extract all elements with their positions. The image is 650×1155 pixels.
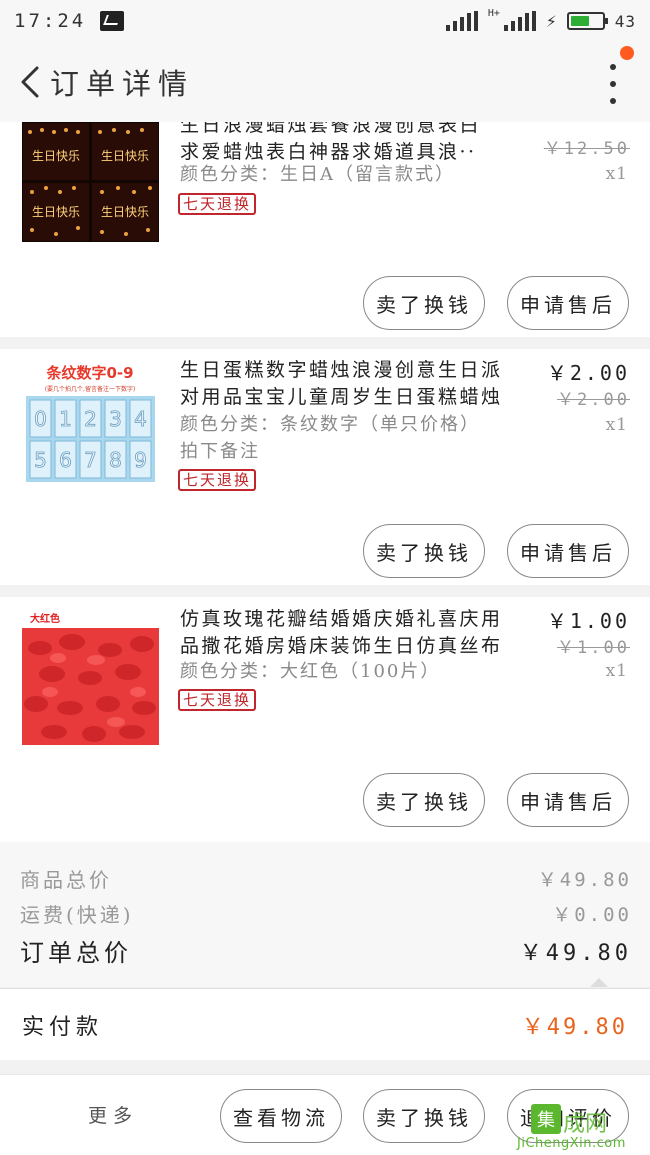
order-total-label: 订单总价 [20, 939, 132, 967]
thumb-digit-label: 8 [109, 448, 122, 472]
thumb-number-subtitle: (要几个拍几个,留言备注一下数字) [45, 385, 136, 393]
product-thumbnail-candles[interactable]: 生日快乐 生日快乐 生日快乐 生日快乐 [22, 122, 159, 242]
quantity: x1 [605, 164, 628, 184]
thumb-candle-label-4: 生日快乐 [101, 205, 149, 219]
notification-dot [620, 46, 634, 60]
seven-day-return-tag: 七天退换 [178, 193, 257, 215]
thumb-candle-label-1: 生日快乐 [32, 149, 80, 163]
thumb-digit-label: 5 [34, 448, 47, 472]
product-title-line1: 生日蛋糕数字蜡烛浪漫创意生日派 [180, 359, 503, 381]
status-bar: 17:24 H+ ⚡ 43 [0, 0, 650, 42]
watermark-url: JiChengXin.com [517, 1136, 626, 1151]
subtotal-value: ￥49.80 [537, 869, 632, 891]
thumb-digit-label: 1 [59, 407, 72, 431]
product-title-line1: 仿真玫瑰花瓣结婚婚庆婚礼喜庆用 [180, 608, 503, 630]
charging-icon: ⚡ [545, 10, 557, 32]
shipping-label: 运费(快递) [20, 903, 134, 927]
product-thumbnail-rose-petals[interactable]: 大红色 [22, 608, 159, 745]
current-price: ￥1.00 [546, 609, 630, 633]
thumb-digit-label: 7 [84, 448, 97, 472]
thumb-candle-label-2: 生日快乐 [101, 149, 149, 163]
thumb-digit-label: 2 [84, 407, 97, 431]
sell-for-cash-button[interactable]: 卖了换钱 [363, 276, 485, 330]
subtotal-row: 商品总价 ￥49.80 [20, 864, 632, 893]
order-total-value: ￥49.80 [519, 940, 632, 966]
summary-pointer [590, 978, 608, 987]
apply-after-sales-button[interactable]: 申请售后 [507, 524, 629, 578]
product-spec: 颜色分类：条纹数字（单只价格） [180, 414, 480, 435]
thumb-candle-label-3: 生日快乐 [32, 205, 80, 219]
order-item-3[interactable]: 大红色 仿真玫瑰花瓣结婚婚庆婚礼喜庆用 品撒花婚房婚床装饰生日仿真丝布 颜色分类… [0, 597, 650, 842]
nav-bar: 订单详情 [0, 42, 650, 122]
more-link[interactable]: 更多 [88, 1101, 138, 1128]
price-summary: 商品总价 ￥49.80 运费(快递) ￥0.00 订单总价 ￥49.80 [0, 842, 650, 987]
thumb-digit-label: 4 [134, 407, 147, 431]
status-time: 17:24 [14, 10, 87, 32]
shipping-row: 运费(快递) ￥0.00 [20, 899, 632, 928]
amount-paid-row: 实付款 ￥49.80 [0, 988, 650, 1060]
thumb-digit-label: 6 [59, 448, 72, 472]
sell-for-cash-button[interactable]: 卖了换钱 [363, 773, 485, 827]
site-watermark: 集 成网 JiChengXin.com [501, 1104, 646, 1155]
thumb-number-heading: 条纹数字0-9 [45, 364, 133, 382]
message-notification-icon [100, 11, 125, 31]
amount-paid-value: ￥49.80 [521, 1014, 628, 1040]
seven-day-return-tag: 七天退换 [178, 689, 257, 711]
quantity: x1 [605, 661, 628, 681]
product-title[interactable]: 生日蛋糕数字蜡烛浪漫创意生日派 对用品宝宝儿童周岁生日蛋糕蜡烛 [180, 357, 520, 411]
product-note: 拍下备注 [180, 441, 260, 462]
cell-signal-icon [503, 11, 536, 31]
apply-after-sales-button[interactable]: 申请售后 [507, 773, 629, 827]
quantity: x1 [605, 415, 628, 435]
order-item-1[interactable]: 生日快乐 生日快乐 生日快乐 生日快乐 生日浪漫蜡烛套餐浪漫创意表白 求爱蜡烛表… [0, 122, 650, 337]
original-price: ￥12.50 [543, 139, 630, 159]
watermark-logo-icon: 集 [531, 1104, 561, 1134]
product-spec: 颜色分类：生日A（留言款式） [180, 164, 455, 185]
wifi-signal-icon [445, 11, 478, 31]
order-total-row: 订单总价 ￥49.80 [20, 933, 632, 968]
thumb-digit-label: 3 [109, 407, 122, 431]
sell-for-cash-button[interactable]: 卖了换钱 [363, 524, 485, 578]
watermark-logo-text: 成网 [563, 1112, 608, 1137]
product-title[interactable]: 生日浪漫蜡烛套餐浪漫创意表白 求爱蜡烛表白神器求婚道具浪·· [180, 122, 520, 166]
original-price: ￥1.00 [557, 638, 630, 658]
product-title-line2: 对用品宝宝儿童周岁生日蛋糕蜡烛 [180, 386, 503, 408]
battery-level-fill [570, 16, 589, 26]
order-detail-content[interactable]: 生日快乐 生日快乐 生日快乐 生日快乐 生日浪漫蜡烛套餐浪漫创意表白 求爱蜡烛表… [0, 122, 650, 1155]
thumb-digit-label: 0 [34, 407, 47, 431]
apply-after-sales-button[interactable]: 申请售后 [507, 276, 629, 330]
current-price: ￥2.00 [546, 361, 630, 385]
product-title[interactable]: 仿真玫瑰花瓣结婚婚庆婚礼喜庆用 品撒花婚房婚床装饰生日仿真丝布 [180, 606, 520, 660]
page-title: 订单详情 [50, 67, 195, 101]
network-type-label: H+ [487, 7, 500, 19]
battery-percentage: 43 [614, 11, 636, 31]
thumb-digit-label: 9 [134, 448, 147, 472]
status-indicators: H+ ⚡ 43 [445, 7, 636, 32]
amount-paid-label: 实付款 [22, 1014, 104, 1040]
seven-day-return-tag: 七天退换 [178, 469, 257, 491]
battery-icon [566, 12, 608, 30]
shipping-value: ￥0.00 [552, 904, 632, 926]
view-logistics-button[interactable]: 查看物流 [220, 1089, 342, 1143]
product-title-line2: 品撒花婚房婚床装饰生日仿真丝布 [180, 635, 503, 657]
subtotal-label: 商品总价 [20, 868, 112, 892]
order-item-2[interactable]: 条纹数字0-9 (要几个拍几个,留言备注一下数字) 01234 56789 生日蛋… [0, 349, 650, 585]
thumb-color-heading: 大红色 [30, 612, 60, 625]
sell-for-cash-button[interactable]: 卖了换钱 [363, 1089, 485, 1143]
more-options-icon[interactable] [606, 64, 620, 104]
original-price: ￥2.00 [557, 390, 630, 410]
product-thumbnail-number-candles[interactable]: 条纹数字0-9 (要几个拍几个,留言备注一下数字) 01234 56789 [22, 358, 159, 495]
product-spec: 颜色分类：大红色（100片） [180, 661, 441, 682]
product-title-line1: 生日浪漫蜡烛套餐浪漫创意表白 [180, 122, 482, 136]
